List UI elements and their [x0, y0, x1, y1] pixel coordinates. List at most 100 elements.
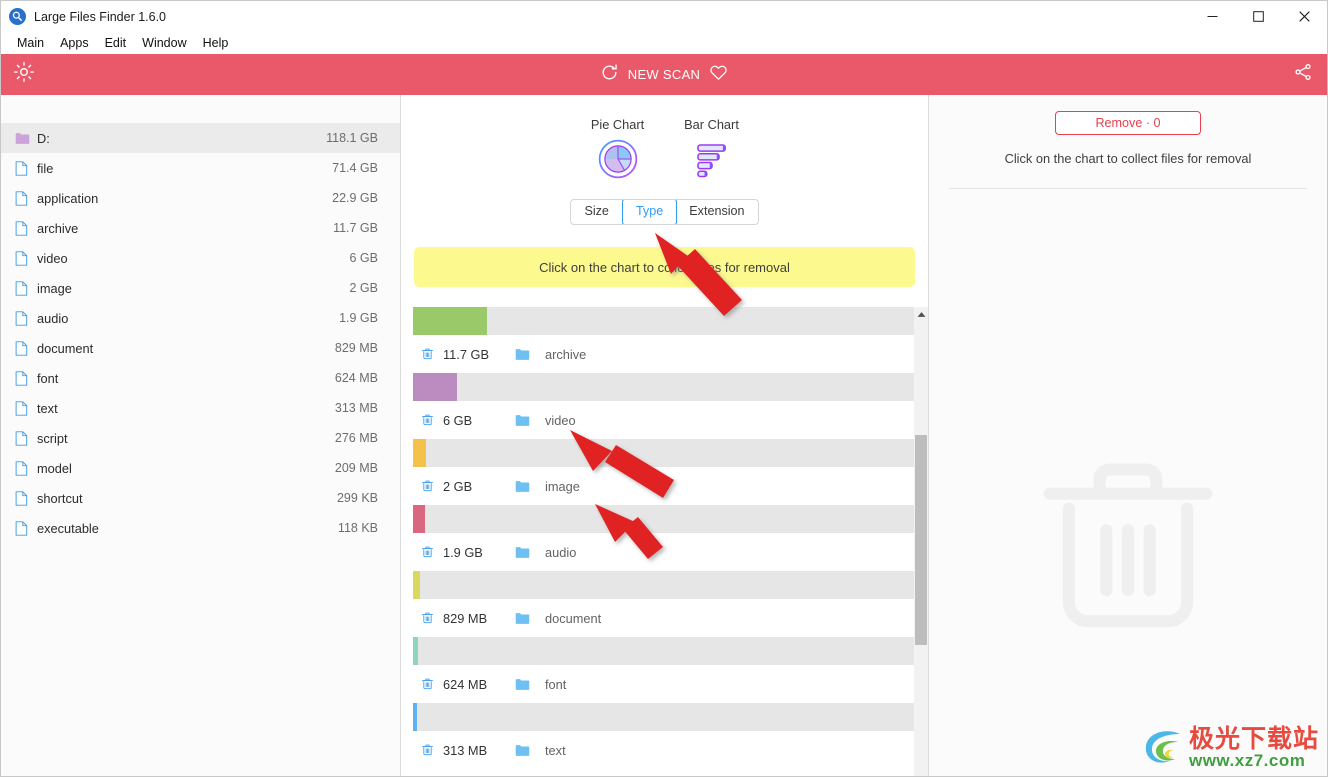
bar-track[interactable] [413, 439, 914, 467]
bar-fill-video[interactable] [413, 373, 457, 401]
minimize-button[interactable] [1189, 1, 1235, 32]
maximize-button[interactable] [1235, 1, 1281, 32]
menu-item-apps[interactable]: Apps [52, 32, 97, 54]
bar-label-row[interactable]: 624 MB font [413, 665, 914, 703]
toolbar-right-group [1293, 62, 1327, 87]
bar-track[interactable] [413, 505, 914, 533]
bar-fill-archive[interactable] [413, 307, 487, 335]
bar-chart-icon[interactable] [691, 138, 733, 185]
sidebar-row-audio[interactable]: audio 1.9 GB [1, 303, 400, 333]
bar-fill-image[interactable] [413, 439, 426, 467]
pie-chart-icon[interactable] [597, 138, 639, 185]
sidebar-row-size: 118.1 GB [326, 131, 378, 145]
sidebar-row-name: application [37, 190, 99, 206]
trash-icon[interactable] [421, 677, 443, 691]
refresh-icon[interactable] [600, 63, 619, 87]
sidebar-row-size: 829 MB [334, 341, 378, 355]
bar-label-row[interactable]: 1.9 GB audio [413, 533, 914, 571]
pie-chart-icon-slot[interactable] [583, 138, 653, 185]
bar-track[interactable] [413, 703, 914, 731]
remove-button[interactable]: Remove · 0 [1055, 111, 1201, 135]
grouping-option-type[interactable]: Type [621, 200, 678, 224]
bar-chart-rows[interactable]: 11.7 GB archive 6 GB video 2 GB image 1.9 GB au… [413, 307, 914, 776]
bar-label-row[interactable]: 313 MB text [413, 731, 914, 769]
watermark-logo-icon [1145, 731, 1180, 763]
sidebar-row-application[interactable]: application 22.9 GB [1, 183, 400, 213]
menu-item-main[interactable]: Main [9, 32, 52, 54]
main-body: D: 118.1 GB file 71.4 GB application 22.9 GB a… [1, 95, 1327, 776]
bar-label-row[interactable]: 6 GB video [413, 401, 914, 439]
bar-category-name: text [545, 742, 566, 758]
close-button[interactable] [1281, 1, 1327, 32]
sidebar-row-document[interactable]: document 829 MB [1, 333, 400, 363]
trash-icon[interactable] [421, 413, 443, 427]
menu-item-window[interactable]: Window [134, 32, 194, 54]
folder-icon [515, 612, 545, 625]
window-title: Large Files Finder 1.6.0 [34, 9, 167, 24]
bar-fill-document[interactable] [413, 571, 420, 599]
bar-size-value: 1.9 GB [443, 544, 483, 560]
file-icon [15, 160, 37, 176]
menu-item-help[interactable]: Help [195, 32, 237, 54]
bar-label-row[interactable]: 11.7 GB archive [413, 335, 914, 373]
watermark: 极光下载站 www.xz7.com [1140, 726, 1319, 770]
bar-track[interactable] [413, 571, 914, 599]
sidebar-row-image[interactable]: image 2 GB [1, 273, 400, 303]
tab-pie-chart[interactable]: Pie Chart [583, 117, 653, 132]
folder-icon [515, 678, 545, 691]
sidebar-row-executable[interactable]: executable 118 KB [1, 513, 400, 543]
trash-icon[interactable] [421, 347, 443, 361]
chevron-up-icon[interactable] [914, 307, 928, 321]
folder-icon [515, 744, 545, 757]
sidebar-row-name: audio [37, 310, 69, 326]
bar-label-row[interactable]: 829 MB document [413, 599, 914, 637]
file-icon [15, 220, 37, 236]
chart-scrollbar-thumb[interactable] [915, 435, 927, 645]
chart-scrollbar[interactable] [914, 307, 928, 776]
sidebar-row-text[interactable]: text 313 MB [1, 393, 400, 423]
sidebar-row-size: 2 GB [349, 281, 379, 295]
bar-fill-font[interactable] [413, 637, 418, 665]
sidebar-row-model[interactable]: model 209 MB [1, 453, 400, 483]
sidebar-row-font[interactable]: font 624 MB [1, 363, 400, 393]
bar-track[interactable] [413, 637, 914, 665]
window-controls [1189, 1, 1327, 32]
toolbar-left-group [1, 61, 35, 88]
heart-icon[interactable] [709, 63, 728, 87]
bar-chart-icon-slot[interactable] [677, 138, 747, 185]
new-scan-label[interactable]: NEW SCAN [628, 67, 700, 82]
bar-fill-audio[interactable] [413, 505, 425, 533]
sidebar-row-name: archive [37, 220, 79, 236]
sidebar-row-size: 276 MB [334, 431, 378, 445]
chart-type-icons [401, 138, 928, 185]
sidebar-row-archive[interactable]: archive 11.7 GB [1, 213, 400, 243]
sidebar-row-script[interactable]: script 276 MB [1, 423, 400, 453]
bar-category-name: document [545, 610, 602, 626]
sidebar-row-shortcut[interactable]: shortcut 299 KB [1, 483, 400, 513]
trash-icon[interactable] [421, 545, 443, 559]
grouping-option-size[interactable]: Size [571, 200, 623, 224]
sidebar-row-name: image [37, 280, 72, 296]
bar-size-value: 2 GB [443, 478, 473, 494]
bar-category-name: font [545, 676, 567, 692]
sidebar-row-video[interactable]: video 6 GB [1, 243, 400, 273]
sidebar-row-d[interactable]: D: 118.1 GB [1, 123, 400, 153]
tab-bar-chart[interactable]: Bar Chart [677, 117, 747, 132]
bar-track[interactable] [413, 373, 914, 401]
bar-fill-text[interactable] [413, 703, 417, 731]
sun-icon[interactable] [13, 61, 35, 88]
sidebar-row-name: executable [37, 520, 99, 536]
sidebar-row-file[interactable]: file 71.4 GB [1, 153, 400, 183]
bar-track[interactable] [413, 307, 914, 335]
folder-icon [515, 348, 545, 361]
grouping-option-extension[interactable]: Extension [676, 200, 757, 224]
menu-item-edit[interactable]: Edit [97, 32, 135, 54]
bar-label-row[interactable]: 2 GB image [413, 467, 914, 505]
sidebar-file-list[interactable]: D: 118.1 GB file 71.4 GB application 22.9 GB a… [1, 95, 401, 776]
trash-icon[interactable] [421, 743, 443, 757]
trash-icon[interactable] [421, 611, 443, 625]
trash-icon[interactable] [421, 479, 443, 493]
sidebar-row-size: 624 MB [334, 371, 378, 385]
share-icon[interactable] [1293, 62, 1313, 87]
title-bar: Large Files Finder 1.6.0 [1, 1, 1327, 32]
